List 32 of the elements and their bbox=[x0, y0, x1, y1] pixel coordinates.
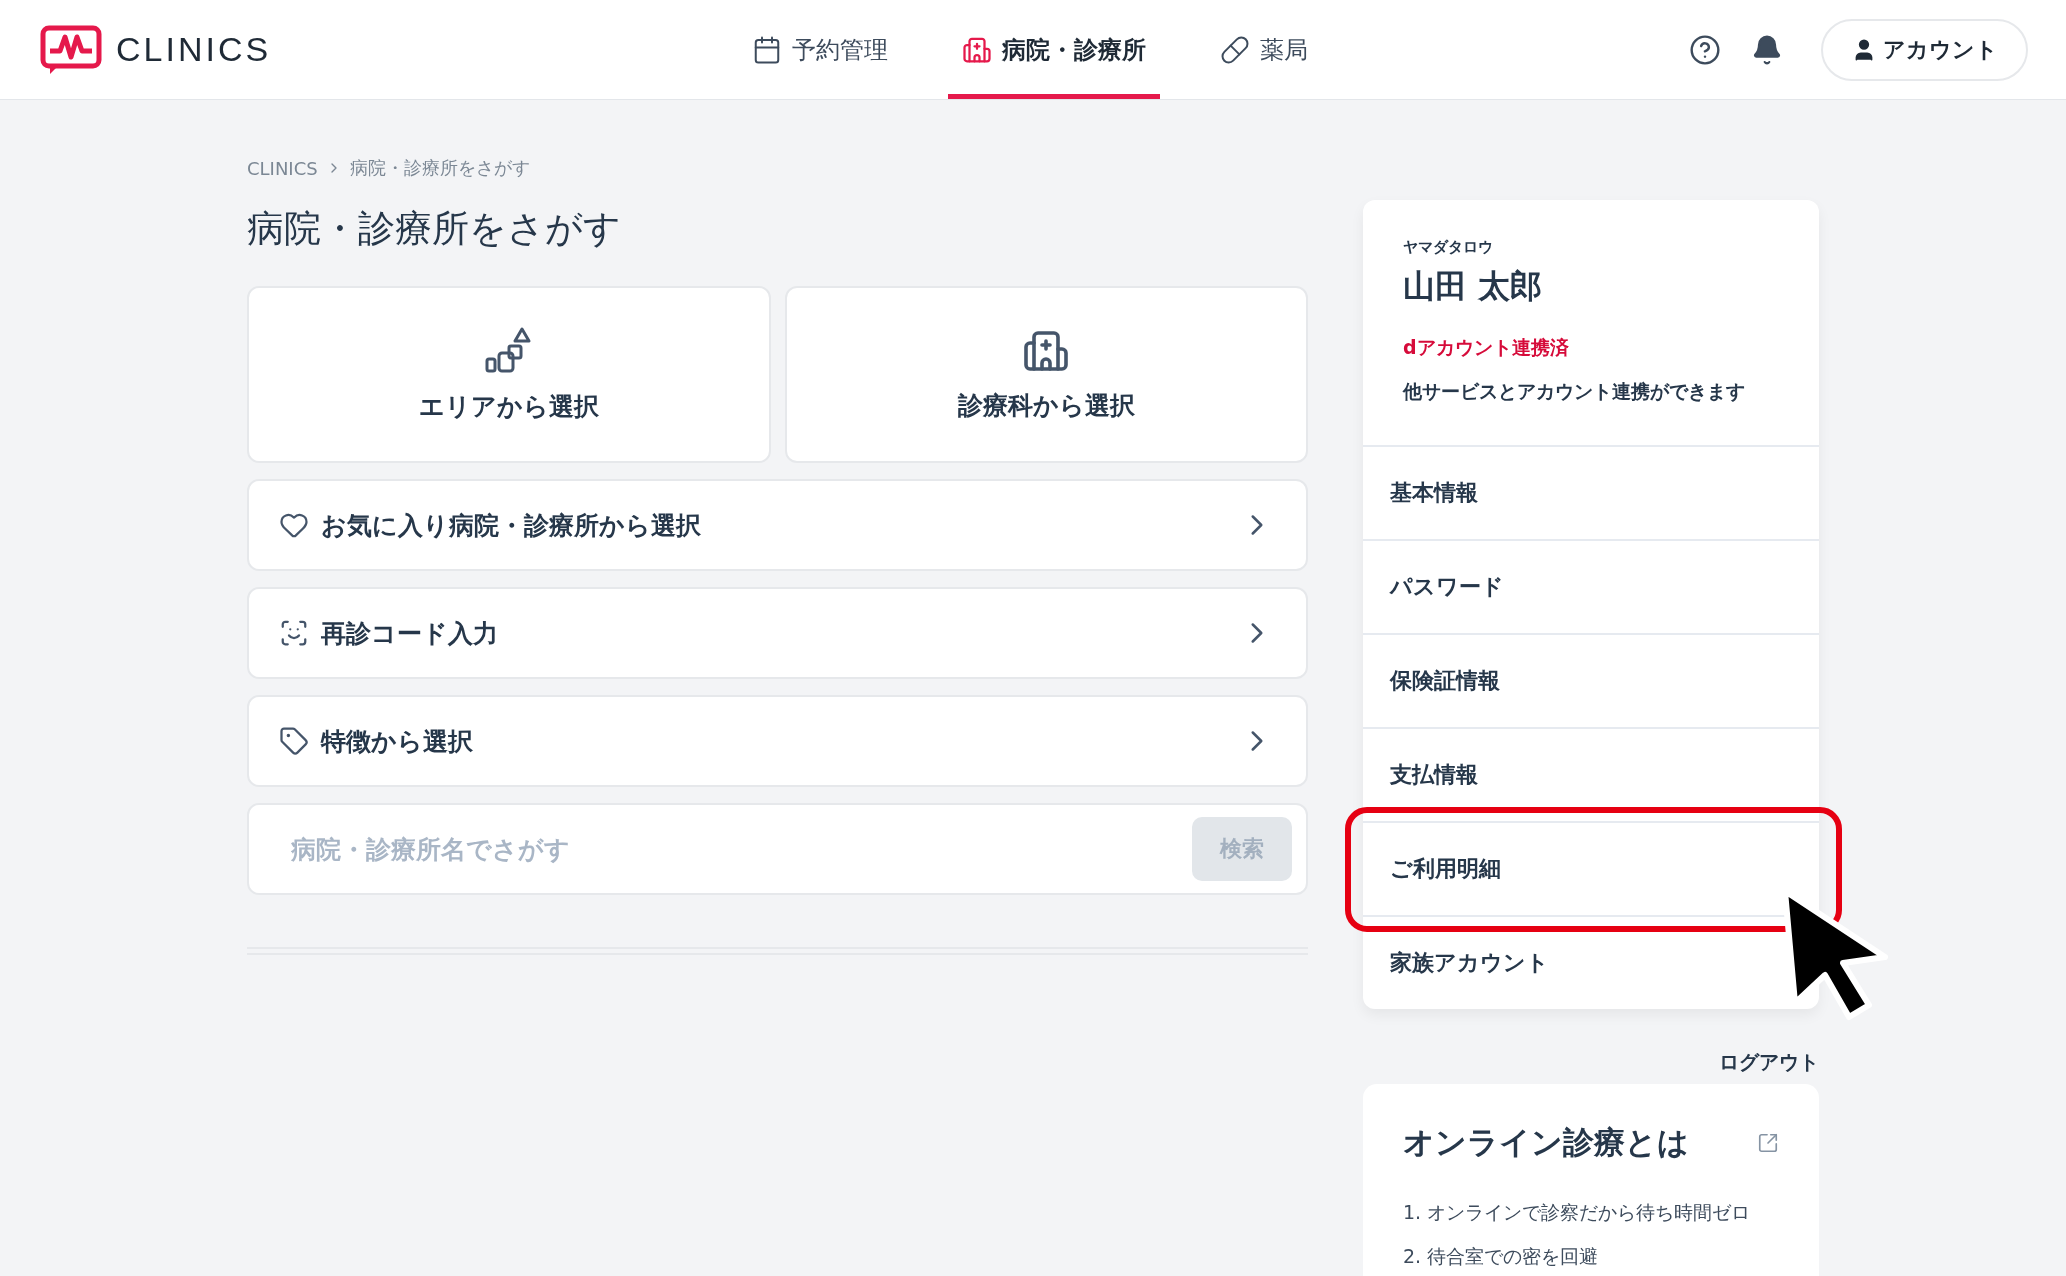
calendar-icon bbox=[752, 34, 782, 65]
page-title: 病院・診療所をさがす bbox=[247, 206, 622, 252]
external-link-icon[interactable] bbox=[1757, 1132, 1779, 1154]
option-row[interactable]: 再診コード入力 bbox=[247, 587, 1308, 679]
option-row[interactable]: お気に入り病院・診療所から選択 bbox=[247, 479, 1308, 571]
nav-tab[interactable]: 予約管理 bbox=[738, 0, 902, 99]
breadcrumb-current: 病院・診療所をさがす bbox=[349, 156, 530, 180]
info-title: オンライン診療とは bbox=[1403, 1123, 1689, 1162]
menu-item[interactable]: パスワード bbox=[1363, 539, 1819, 633]
nav-tab[interactable]: 薬局 bbox=[1206, 0, 1322, 99]
pill-icon bbox=[1220, 34, 1250, 65]
account-button[interactable]: アカウント bbox=[1821, 18, 2028, 81]
logo-icon bbox=[40, 24, 102, 75]
link-status: dアカウント連携済 bbox=[1403, 335, 1570, 360]
tag-icon bbox=[279, 726, 309, 756]
help-button[interactable] bbox=[1689, 33, 1721, 66]
menu-item[interactable]: 保険証情報 bbox=[1363, 633, 1819, 727]
logout-link[interactable]: ログアウト bbox=[1719, 1049, 1819, 1076]
notifications-button[interactable] bbox=[1751, 33, 1783, 66]
user-name: 山田 太郎 bbox=[1403, 266, 1544, 307]
logo-text: CLINICS bbox=[116, 30, 272, 69]
menu-item[interactable]: 支払情報 bbox=[1363, 727, 1819, 821]
name-kana: ヤマダタロウ bbox=[1403, 238, 1494, 257]
info-item: 2. 待合室での密を回避 bbox=[1403, 1244, 1600, 1269]
info-item: 1. オンラインで診察だから待ち時間ゼロ bbox=[1403, 1200, 1752, 1225]
menu-item[interactable]: 基本情報 bbox=[1363, 447, 1819, 539]
select-tile[interactable]: エリアから選択 bbox=[247, 286, 771, 463]
option-row[interactable]: 特徴から選択 bbox=[247, 695, 1308, 787]
select-tile[interactable]: 診療科から選択 bbox=[784, 286, 1308, 463]
scan-face-icon bbox=[279, 618, 309, 648]
nav-tab[interactable]: 病院・診療所 bbox=[948, 0, 1160, 99]
link-note: 他サービスとアカウント連携ができます bbox=[1403, 379, 1746, 404]
